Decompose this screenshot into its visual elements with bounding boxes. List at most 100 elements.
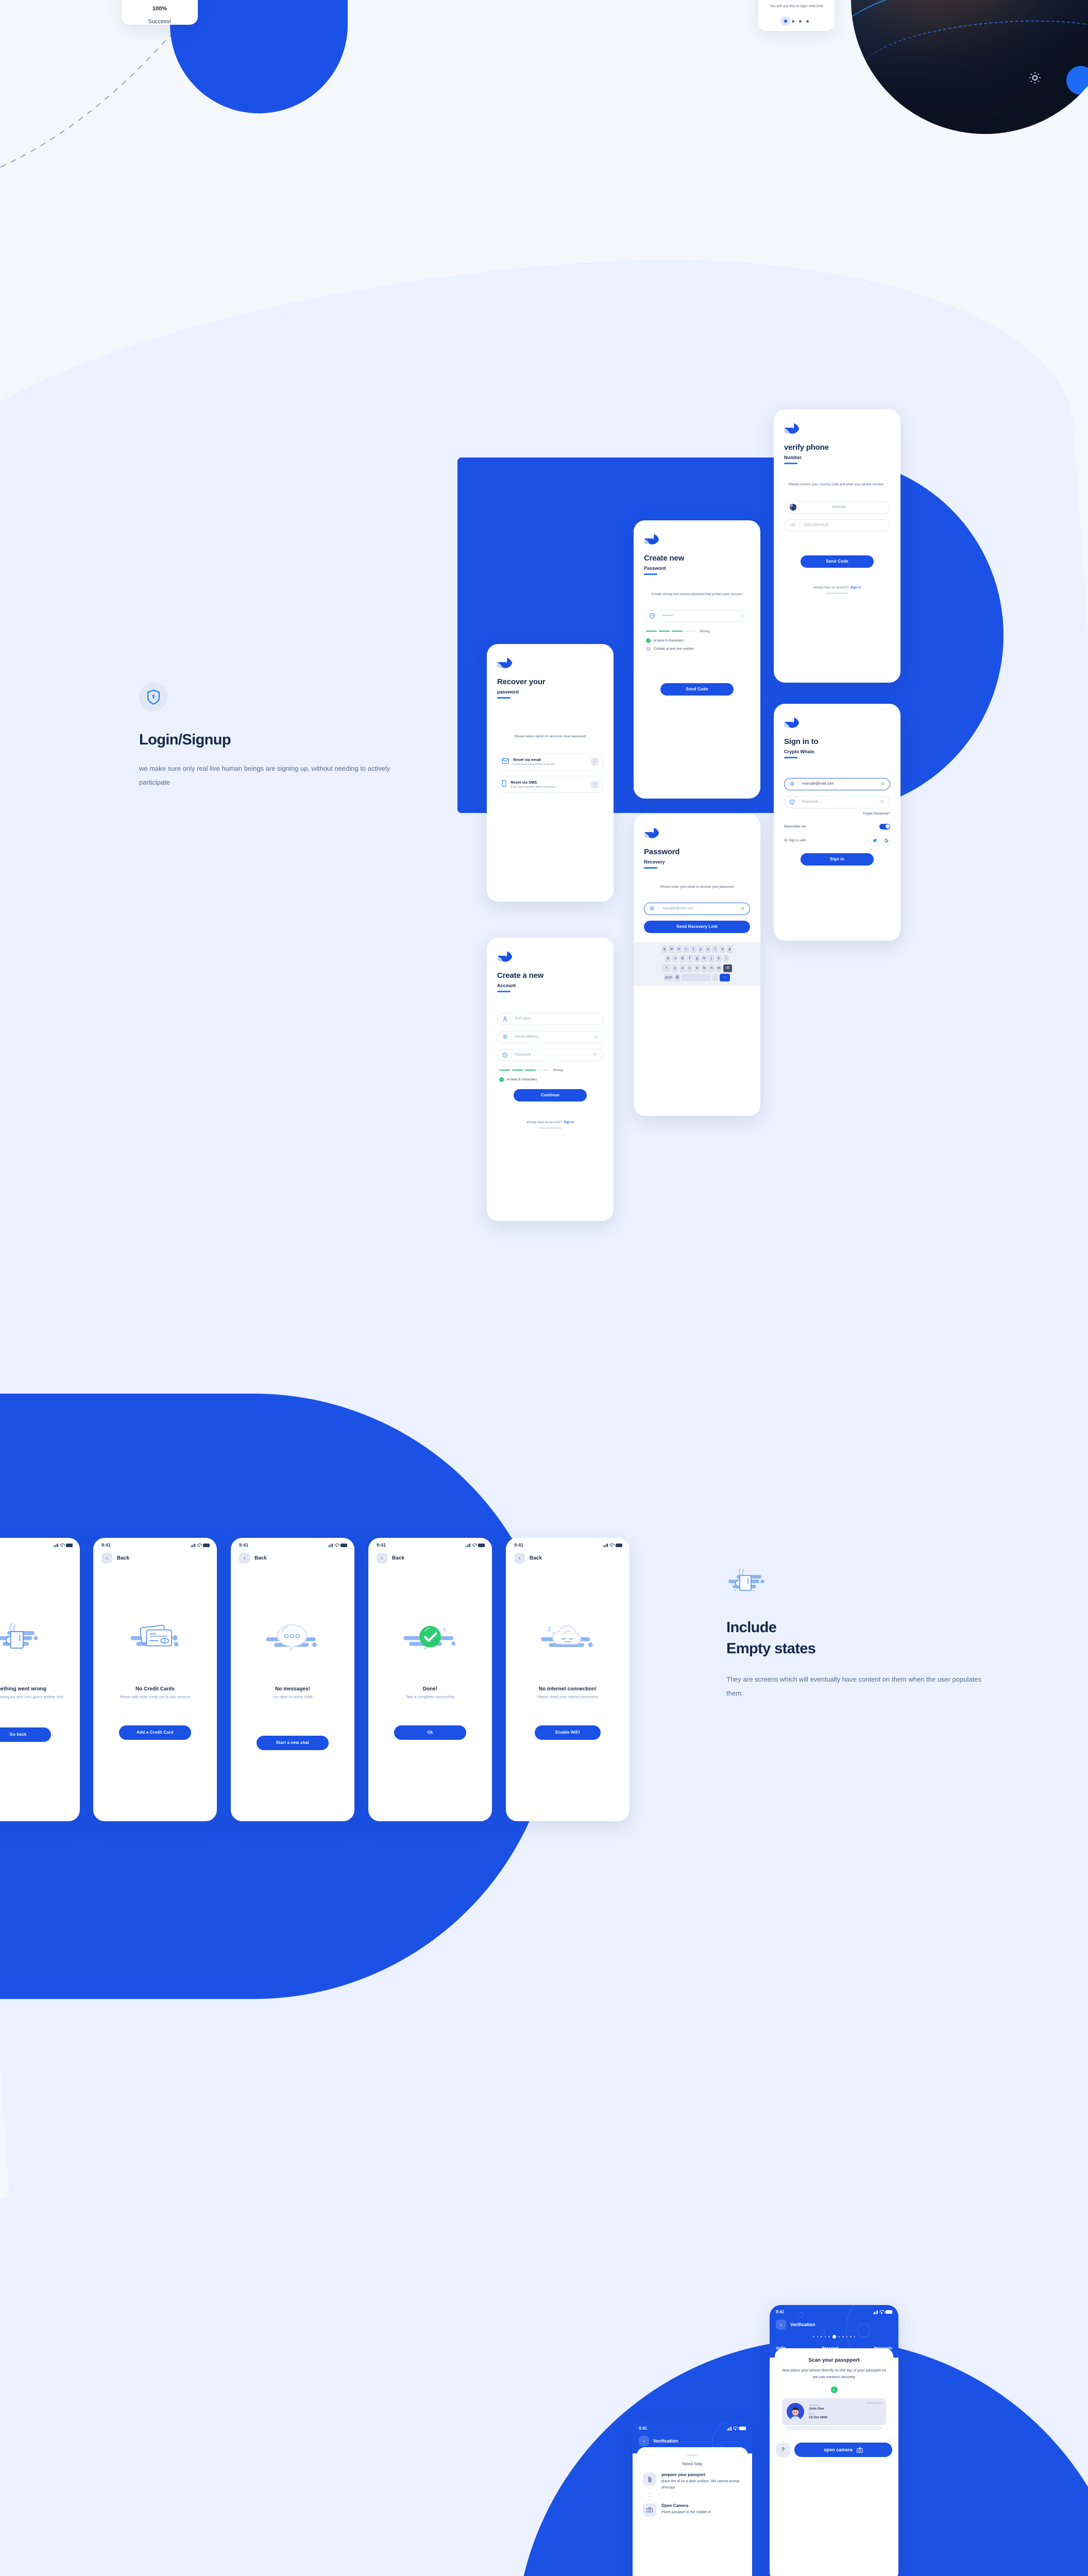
reset-via-sms-option[interactable]: Reset via SMS If you have number linked … [497, 775, 603, 793]
chevron-left-icon[interactable]: ‹ [639, 2436, 649, 2446]
help-item-camera: Open Camera Place passport in the middle… [643, 2503, 742, 2517]
crypto-whale-logo-icon [497, 951, 513, 962]
reset-via-email-option[interactable]: Reset via email If you have email linked… [497, 753, 603, 770]
send-code-button[interactable]: Send Code [801, 555, 874, 568]
key-p[interactable]: p [726, 945, 733, 953]
chevron-left-icon[interactable]: ‹ [377, 1553, 387, 1564]
google-icon[interactable] [882, 836, 890, 845]
key-d[interactable]: d [679, 955, 686, 963]
key-f[interactable]: f [687, 955, 693, 963]
key-i[interactable]: i [712, 945, 718, 953]
send-code-button[interactable]: Send Code [660, 683, 734, 696]
key-t[interactable]: t [690, 945, 696, 953]
fullname-input[interactable]: Full name [497, 1012, 603, 1025]
active-step-dot [832, 2335, 836, 2338]
key-a[interactable]: a [665, 955, 671, 963]
signal-icon [53, 1543, 58, 1547]
shield-lock-icon [147, 689, 160, 705]
new-password-input[interactable]: •••••• ◎ [644, 609, 750, 622]
open-camera-button[interactable]: open camera [794, 2443, 892, 2458]
recovery-email-input[interactable]: @ example@mail.com ⊘ [644, 902, 750, 915]
phone-verification-scan: 9:41 ‹ Verification Selfie Passport Pass [770, 2305, 898, 2576]
back-nav[interactable]: ‹ Back [231, 1548, 354, 1569]
forgot-password-link[interactable]: Forget Password? [784, 812, 890, 816]
key-o[interactable]: o [719, 945, 726, 953]
eye-icon[interactable]: ◎ [741, 614, 744, 618]
sign-in-link[interactable]: Sign in [851, 586, 861, 589]
email-input[interactable]: @ Email Address ⊘ [497, 1030, 603, 1043]
key-e[interactable]: e [676, 945, 682, 953]
scan-status: ✓ [782, 2386, 886, 2394]
strength-label: Strong [700, 629, 710, 633]
chevron-right-icon[interactable]: › [591, 757, 599, 766]
go-back-button[interactable]: Go back [0, 1727, 51, 1742]
enter-arrow-icon[interactable]: › [719, 974, 730, 982]
back-nav[interactable]: ‹ Back [368, 1548, 492, 1569]
key-r[interactable]: r [683, 945, 689, 953]
dot-4[interactable] [806, 20, 809, 23]
backspace-icon[interactable]: ⌫ [723, 964, 732, 972]
chevron-right-icon[interactable]: › [591, 780, 599, 788]
add-credit-card-button[interactable]: Add a Credit Card [119, 1725, 191, 1740]
key-c[interactable]: c [687, 964, 693, 972]
shield-lock-icon [503, 1052, 507, 1058]
eye-off-icon[interactable]: 👁 [592, 1053, 598, 1057]
password-input[interactable]: Password ... 👁 [784, 795, 890, 808]
key-x[interactable]: x [679, 964, 686, 972]
battery-icon [478, 1543, 485, 1547]
eye-off-icon[interactable]: 👁 [879, 800, 885, 804]
key-j[interactable]: j [708, 955, 715, 963]
enable-wifi-button[interactable]: Enable WiFi [535, 1725, 601, 1740]
key-b[interactable]: b [701, 964, 707, 972]
at-key[interactable]: @ [674, 974, 681, 982]
numeric-key[interactable]: @123 [664, 974, 673, 982]
key-v[interactable]: v [694, 964, 700, 972]
key-h[interactable]: h [701, 955, 707, 963]
chevron-left-icon[interactable]: ‹ [101, 1553, 112, 1564]
key-z[interactable]: z [672, 964, 678, 972]
twitter-icon[interactable] [871, 836, 879, 845]
email-input[interactable]: @ example@mail.com ⊘ [784, 777, 890, 790]
key-w[interactable]: w [668, 945, 675, 953]
key-n[interactable]: n [708, 964, 715, 972]
signal-icon [603, 1543, 608, 1547]
key-u[interactable]: u [705, 945, 711, 953]
key-q[interactable]: q [661, 945, 668, 953]
on-screen-keyboard[interactable]: q w e r t y u i o p a s d f g h j k l ⇧ … [634, 942, 760, 986]
key-k[interactable]: k [716, 955, 722, 963]
chevron-left-icon[interactable]: ‹ [239, 1553, 250, 1564]
check-circle-icon: ⊘ [881, 782, 885, 786]
help-button[interactable]: ? [776, 2443, 790, 2458]
chevron-left-icon[interactable]: ‹ [776, 2319, 786, 2330]
onboarding-dots[interactable] [784, 20, 809, 23]
key-l[interactable]: l [723, 955, 729, 963]
key-m[interactable]: m [716, 964, 722, 972]
sign-in-link[interactable]: Sign in [564, 1121, 574, 1124]
period-key[interactable]: . [712, 974, 719, 982]
remember-me-toggle[interactable] [879, 823, 890, 829]
chevron-left-icon[interactable]: ‹ [514, 1553, 525, 1564]
shift-icon[interactable]: ⇧ [662, 964, 671, 972]
space-key[interactable] [682, 974, 711, 982]
country-select[interactable]: Australia ⌄ [784, 501, 890, 514]
dot-3[interactable] [799, 20, 802, 23]
sheet-grabber[interactable] [687, 2454, 698, 2456]
key-g[interactable]: g [694, 955, 700, 963]
signal-icon [328, 1543, 333, 1547]
key-y[interactable]: y [698, 945, 704, 953]
back-nav[interactable]: ‹ Back [506, 1548, 630, 1569]
start-new-chat-button[interactable]: Start a new chat [257, 1735, 329, 1750]
dot-1[interactable] [784, 20, 787, 23]
phone-sign-in: Sign in to Crypto Whale. @ example@mail.… [774, 704, 900, 941]
ok-button[interactable]: Ok [394, 1725, 466, 1740]
key-s[interactable]: s [672, 955, 678, 963]
send-recovery-link-button[interactable]: Send Recovery Link [644, 920, 750, 933]
back-nav[interactable]: ‹ Back [0, 1548, 80, 1569]
sign-in-button[interactable]: Sign in [801, 853, 874, 866]
password-input[interactable]: Password ... 👁 [497, 1048, 603, 1061]
continue-button[interactable]: Continue [514, 1089, 587, 1101]
wifi-icon [197, 1544, 201, 1547]
dot-2[interactable] [792, 20, 794, 23]
back-nav[interactable]: ‹ Back [93, 1548, 217, 1569]
phone-number-input[interactable]: +61 (205) 555-0123 [784, 519, 890, 532]
